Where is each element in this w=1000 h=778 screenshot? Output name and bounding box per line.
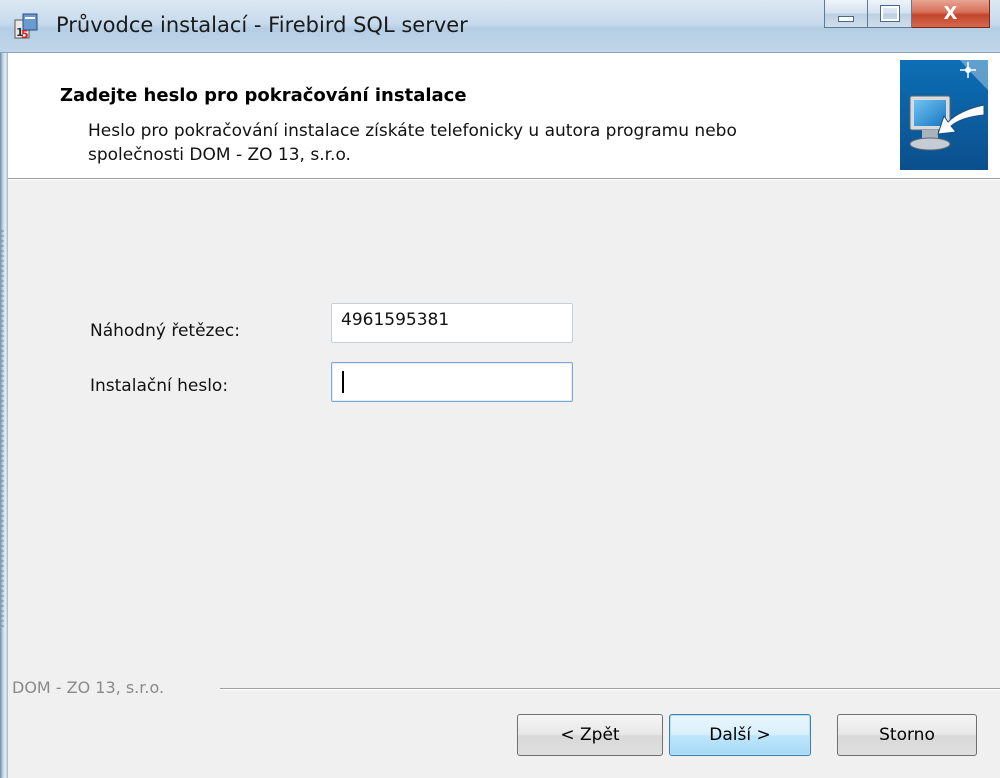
wizard-header: Zadejte heslo pro pokračování instalace … [8,53,1000,179]
window-frame-left [0,0,8,778]
page-subtitle: Heslo pro pokračování instalace získáte … [88,121,737,165]
minimize-icon [838,15,854,22]
text-caret [342,371,344,393]
computer-arrow-icon [900,60,988,170]
close-button[interactable]: X [912,0,990,28]
footer-separator [220,688,1000,690]
window-title: Průvodce instalací - Firebird SQL server [56,13,468,37]
page-title: Zadejte heslo pro pokračování instalace [60,85,467,106]
minimize-button[interactable] [824,0,868,28]
close-icon: X [943,3,958,24]
install-password-label: Instalační heslo: [90,376,229,396]
install-password-input[interactable] [331,362,573,402]
header-divider [8,179,1000,180]
maximize-icon [879,5,900,22]
brand-label: DOM - ZO 13, s.r.o. [12,678,171,697]
installer-icon: 1 5 [14,13,38,40]
window-controls: X [824,0,990,30]
random-string-label: Náhodný řetězec: [90,321,240,341]
back-button[interactable]: < Zpět [517,714,663,756]
title-bar[interactable]: 1 5 Průvodce instalací - Firebird SQL se… [0,0,1000,53]
svg-text:5: 5 [21,28,29,40]
maximize-button[interactable] [868,0,912,28]
cancel-button[interactable]: Storno [837,714,977,756]
random-string-field[interactable]: 4961595381 [331,303,573,343]
next-button[interactable]: Další > [669,714,811,756]
